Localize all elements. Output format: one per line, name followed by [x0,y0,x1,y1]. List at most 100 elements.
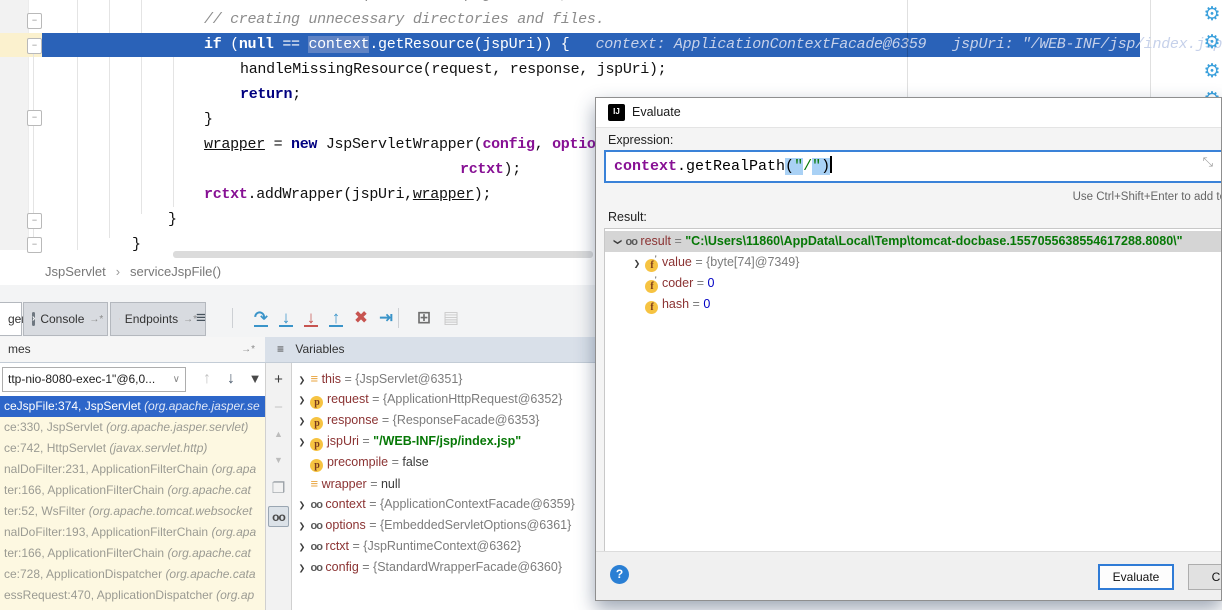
breadcrumb-class[interactable]: JspServlet [45,264,106,279]
code-line[interactable]: // Check if the requested JSP page exist… [204,0,648,7]
variable-name: rctxt [325,539,349,553]
frame-location: nalDoFilter:231, ApplicationFilterChain [4,462,211,476]
variables-panel-header: ≡ Variables [265,337,595,363]
variable-row[interactable]: ❯ p response = {ResponseFacade@6353} [292,410,595,431]
remove-watch-icon[interactable]: − [268,397,289,418]
result-row[interactable]: ❯ f value = {byte[74]@7349} [605,252,1222,273]
dialog-titlebar[interactable]: IJ Evaluate [596,98,1221,128]
add-watch-icon[interactable]: + [268,369,289,390]
close-button[interactable]: Close [1188,564,1222,590]
field-icon: f [645,301,658,314]
code-line[interactable]: return; [240,83,301,107]
dialog-footer: ? Evaluate Close [596,551,1221,600]
variable-row[interactable]: ❯ oo options = {EmbeddedServletOptions@6… [292,515,595,536]
force-step-into-icon[interactable]: ↓ [300,307,322,329]
frame-row[interactable]: ter:52, WsFilter (org.apache.tomcat.webs… [0,501,265,522]
tree-collapsed-chevron: ❯ [298,433,306,452]
variable-value: null [381,477,400,491]
fold-marker[interactable]: − [27,110,42,126]
code-line[interactable]: } [132,233,141,257]
frames-panel-header: mes →* [0,337,265,363]
step-over-icon[interactable]: ↷ [250,307,272,329]
code-line[interactable]: } [168,208,177,232]
help-icon[interactable]: ? [610,565,629,584]
chevron-down-icon: ∨ [173,368,180,391]
frame-row[interactable]: ter:166, ApplicationFilterChain (org.apa… [0,480,265,501]
fold-marker[interactable]: − [27,13,42,29]
code-line[interactable]: rctxt.addWrapper(jspUri,wrapper); [204,183,491,207]
layout-settings-icon[interactable]: ▤ [440,307,462,329]
code-line[interactable]: // creating unnecessary directories and … [204,8,604,32]
variable-row[interactable]: ❯ oo config = {StandardWrapperFacade@636… [292,557,595,578]
execution-line[interactable]: if (null == context.getResource(jspUri))… [42,33,1140,57]
variable-value: {byte[74]@7349} [706,255,799,269]
result-row[interactable]: f coder = 0 [605,273,1222,294]
fold-marker[interactable]: − [27,213,42,229]
variable-row[interactable]: ❯ p request = {ApplicationHttpRequest@63… [292,389,595,410]
tree-collapsed-chevron: ❯ [298,412,306,431]
frame-row[interactable]: ter:166, ApplicationFilterChain (org.apa… [0,543,265,564]
variable-row[interactable]: ❯ oo context = {ApplicationContextFacade… [292,494,595,515]
pin-icon[interactable]: →* [241,337,255,362]
variable-name: context [325,497,365,511]
frame-row[interactable]: ceJspFile:374, JspServlet (org.apache.ja… [0,396,265,417]
thread-dropdown[interactable]: ttp-nio-8080-exec-1"@6,0... ∨ [2,367,186,392]
expression-token: ( [785,158,794,175]
tab-ger[interactable]: ger [0,302,22,336]
frame-down-icon[interactable]: ↓ [220,367,242,391]
gear-icon[interactable]: ⚙ [1202,62,1222,82]
evaluate-expression-icon[interactable]: ⊞ [413,307,435,329]
copy-icon[interactable]: ❐ [268,478,289,499]
expression-token: " [794,158,803,175]
fold-marker[interactable]: − [27,237,42,253]
frame-row[interactable]: ard:403, ApplicationDispatcher (org.apac… [0,606,265,610]
frame-row[interactable]: nalDoFilter:193, ApplicationFilterChain … [0,522,265,543]
gear-icon[interactable]: ⚙ [1202,33,1222,53]
variable-name: precompile [327,455,388,469]
variable-name: jspUri [327,434,359,448]
final-field-icon: f [645,259,658,272]
drop-frame-icon[interactable]: ✖ [350,307,372,329]
pin-icon: →* [89,314,103,325]
code-line[interactable]: } [204,108,213,132]
frame-row[interactable]: essRequest:470, ApplicationDispatcher (o… [0,585,265,606]
frame-up-icon[interactable]: ↑ [196,367,218,391]
evaluate-button[interactable]: Evaluate [1098,564,1174,590]
expand-icon[interactable]: ⤡ [1203,154,1213,170]
frames-header-label: mes [8,342,31,356]
frame-package: (org.ap [216,588,254,602]
result-label: Result: [608,210,647,224]
variable-row[interactable]: p precompile = false [292,452,595,473]
move-up-icon[interactable]: ▲ [268,424,289,445]
variable-value: "C:\Users\11860\AppData\Local\Temp\tomca… [685,234,1182,248]
step-out-icon[interactable]: ↑ [325,307,347,329]
variable-row[interactable]: ❯ p jspUri = "/WEB-INF/jsp/index.jsp" [292,431,595,452]
result-row[interactable]: f hash = 0 [605,294,1222,315]
code-line[interactable]: handleMissingResource(request, response,… [240,58,666,82]
frame-row[interactable]: ce:330, JspServlet (org.apache.jasper.se… [0,417,265,438]
frame-row[interactable]: ce:728, ApplicationDispatcher (org.apach… [0,564,265,585]
horizontal-scrollbar[interactable] [173,251,593,258]
parameter-icon: p [310,459,323,472]
gear-icon[interactable]: ⚙ [1202,5,1222,25]
hamburger-icon[interactable]: ≡ [277,342,284,356]
step-into-icon[interactable]: ↓ [275,307,297,329]
frame-package: (org.apache.cat [167,546,250,560]
result-row[interactable]: ❯ oo result = "C:\Users\11860\AppData\Lo… [605,231,1222,252]
expression-input[interactable]: context.getRealPath("/") [604,150,1222,183]
frame-row[interactable]: nalDoFilter:231, ApplicationFilterChain … [0,459,265,480]
fold-marker[interactable]: − [27,38,42,54]
filter-funnel-icon[interactable]: ▼ [244,367,266,391]
move-down-icon[interactable]: ▼ [268,450,289,471]
tab-console[interactable]: ›Console→* [23,302,108,336]
code-line[interactable]: rctxt); [460,158,521,182]
breadcrumb-method[interactable]: serviceJspFile() [130,264,221,279]
variable-row[interactable]: ≡ wrapper = null [292,473,595,494]
run-to-cursor-icon[interactable]: ⇥ [375,307,397,329]
glasses-icon[interactable]: oo [268,506,289,527]
hamburger-icon[interactable]: ≡ [190,307,212,329]
tree-collapsed-chevron: ❯ [298,517,306,536]
variable-row[interactable]: ❯ oo rctxt = {JspRuntimeContext@6362} [292,536,595,557]
variable-row[interactable]: ❯ ≡ this = {JspServlet@6351} [292,368,595,389]
frame-row[interactable]: ce:742, HttpServlet (javax.servlet.http) [0,438,265,459]
